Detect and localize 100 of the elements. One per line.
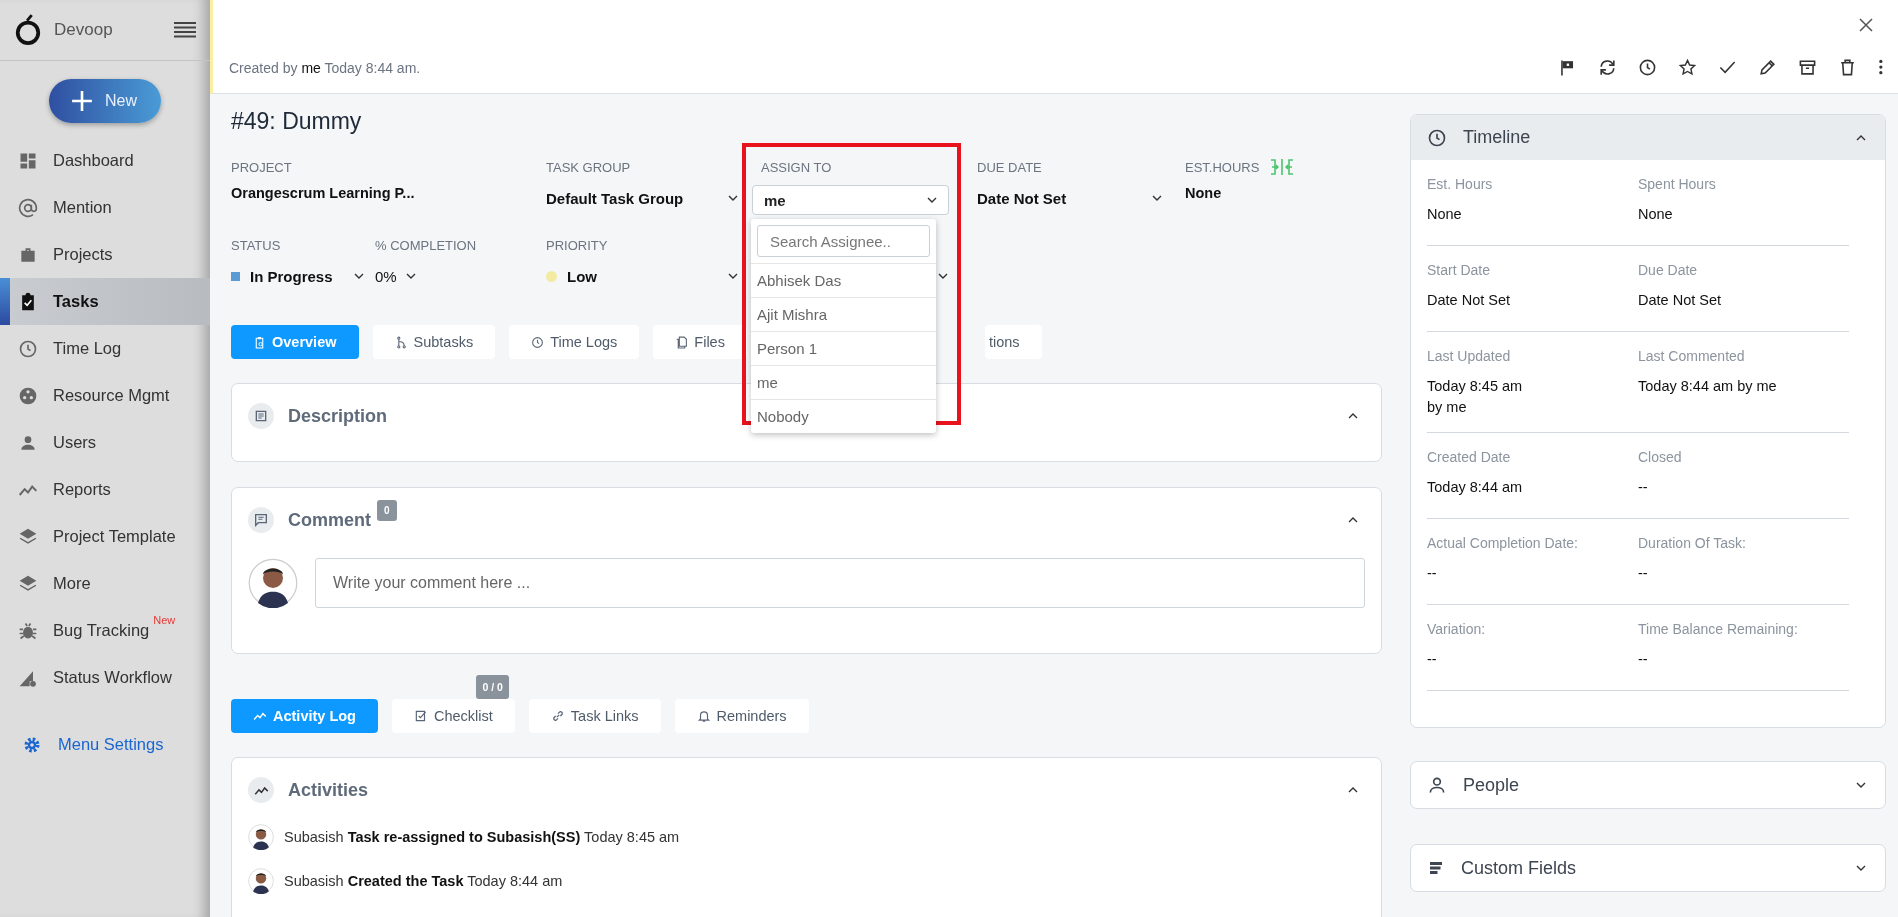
timeline-value: Today 8:44 am by me bbox=[1638, 377, 1778, 396]
nav-item[interactable]: Users bbox=[0, 419, 210, 466]
menu-settings-link[interactable]: Menu Settings bbox=[0, 721, 210, 768]
timeline-value: Date Not Set bbox=[1638, 291, 1722, 310]
card-title: Activities bbox=[288, 779, 369, 801]
bug-icon bbox=[18, 620, 38, 641]
field-value[interactable]: 0% bbox=[375, 267, 397, 285]
nav-label: Time Log bbox=[53, 339, 122, 358]
custom-fields-card[interactable]: Custom Fields bbox=[1410, 844, 1886, 893]
created-by-text: Created by me Today 8:44 am. bbox=[229, 59, 422, 76]
comment-input-field[interactable]: Write your comment here ... bbox=[315, 558, 1365, 608]
timeline-label: Last Commented bbox=[1638, 348, 1746, 364]
new-button[interactable]: New bbox=[49, 79, 161, 123]
tab[interactable]: Subtasks bbox=[372, 325, 496, 359]
field-label: DUE DATE bbox=[977, 159, 1042, 175]
activity-text: Subasish Created the Task Today 8:44 am bbox=[284, 873, 563, 889]
card-title: Description bbox=[288, 405, 388, 427]
nav-item[interactable]: Resource Mgmt bbox=[0, 372, 210, 419]
nav-label: More bbox=[53, 574, 91, 593]
activity-tab[interactable]: Task Links bbox=[528, 699, 661, 733]
assignee-option[interactable]: Ajit Mishra bbox=[751, 297, 936, 331]
more-icon bbox=[1878, 59, 1884, 76]
assignee-option[interactable]: Abhisek Das bbox=[751, 263, 936, 297]
menu-icon[interactable] bbox=[174, 22, 196, 38]
field-label: PRIORITY bbox=[546, 237, 608, 253]
field-value[interactable]: Low bbox=[567, 267, 597, 285]
timeline-value: -- bbox=[1427, 564, 1438, 584]
plus-icon bbox=[71, 90, 93, 112]
clock-icon bbox=[1427, 127, 1447, 148]
timeline-value: -- bbox=[1427, 650, 1438, 670]
chat-icon bbox=[253, 512, 269, 528]
clock-icon bbox=[18, 338, 38, 359]
clipboard-icon bbox=[253, 335, 266, 349]
card-title: Timeline bbox=[1463, 127, 1531, 148]
timeline-value: Date Not Set bbox=[1427, 291, 1511, 310]
field-value: Orangescrum Learning P... bbox=[231, 185, 416, 201]
checklist-count-badge: 0 / 0 bbox=[476, 675, 509, 699]
timeline-label: Created Date bbox=[1427, 449, 1512, 466]
note-icon bbox=[253, 408, 269, 424]
nav-item[interactable]: Dashboard bbox=[0, 137, 210, 184]
field-value[interactable]: In Progress bbox=[250, 267, 333, 285]
timeline-value: Today 8:44 am bbox=[1427, 478, 1524, 498]
activity-tab[interactable]: Reminders bbox=[674, 699, 809, 733]
nav-item[interactable]: Tasks bbox=[0, 278, 210, 325]
card-title: Comment bbox=[288, 509, 371, 531]
nav-label: Reports bbox=[53, 480, 111, 499]
nav-item[interactable]: Mention bbox=[0, 184, 210, 231]
menu-settings-label: Menu Settings bbox=[58, 735, 164, 754]
refresh-icon bbox=[1598, 58, 1618, 77]
tab[interactable]: Files bbox=[653, 325, 747, 359]
at-sign-icon bbox=[18, 197, 38, 218]
checkbox-icon bbox=[414, 709, 428, 723]
nav-label: Mention bbox=[53, 198, 112, 217]
avatar-icon bbox=[248, 868, 274, 894]
nav-label: Tasks bbox=[53, 292, 99, 311]
field-value[interactable]: Date Not Set bbox=[977, 189, 1067, 207]
assignee-option[interactable]: Person 1 bbox=[751, 331, 936, 365]
task-title: #49: Dummy bbox=[231, 108, 363, 135]
clock-icon bbox=[1638, 58, 1658, 77]
timeline-label: Duration Of Task: bbox=[1638, 535, 1747, 552]
tab[interactable]: Time Logs bbox=[509, 325, 640, 359]
people-card[interactable]: People bbox=[1410, 761, 1886, 810]
field-label: PROJECT bbox=[231, 159, 292, 175]
nav-label: Users bbox=[53, 433, 97, 452]
nav-item[interactable]: Status Workflow bbox=[0, 654, 210, 701]
field-value[interactable]: Default Task Group bbox=[546, 189, 684, 207]
field-label: ASSIGN TO bbox=[761, 159, 832, 175]
activity-tab[interactable]: Checklist bbox=[392, 699, 515, 733]
card-title: Custom Fields bbox=[1461, 857, 1577, 879]
timeline-label: Due Date bbox=[1638, 262, 1699, 278]
timeline-label: Variation: bbox=[1427, 621, 1487, 638]
timeline-label: Time Balance Remaining: bbox=[1638, 621, 1799, 638]
activity-text: Subasish Task re-assigned to Subasish(SS) Today 8:45 am bbox=[284, 829, 680, 845]
timeline-label: Closed bbox=[1638, 449, 1683, 466]
nav-label: Dashboard bbox=[53, 151, 134, 170]
assignee-select[interactable]: me bbox=[752, 185, 949, 215]
pencil-icon bbox=[1758, 58, 1778, 77]
timeline-label: Last Updated bbox=[1427, 348, 1512, 364]
nav-item[interactable]: Project Template bbox=[0, 513, 210, 560]
palette-icon bbox=[18, 385, 38, 406]
nav-label: Projects bbox=[53, 245, 113, 264]
timeline-value: None bbox=[1427, 205, 1463, 224]
timeline-label: Actual Completion Date: bbox=[1427, 535, 1579, 552]
assignee-search-field[interactable]: Search Assignee.. bbox=[757, 225, 930, 257]
nav-item[interactable]: Projects bbox=[0, 231, 210, 278]
branch-icon bbox=[394, 335, 408, 349]
nav-item[interactable]: More bbox=[0, 560, 210, 607]
logo-icon bbox=[14, 14, 42, 46]
field-label: EST.HOURS bbox=[1185, 159, 1260, 175]
nav-item[interactable]: Time Log bbox=[0, 325, 210, 372]
close-icon[interactable] bbox=[1859, 18, 1873, 32]
nav-label: Bug Tracking bbox=[53, 621, 150, 640]
avatar-icon bbox=[248, 824, 274, 850]
tab[interactable]: tions bbox=[984, 325, 1042, 359]
timeline-value: -- bbox=[1638, 478, 1649, 498]
nav-item[interactable]: Bug Tracking New bbox=[0, 607, 210, 654]
bell-icon bbox=[696, 709, 711, 723]
timeline-label: Est. Hours bbox=[1427, 176, 1494, 192]
timeline-value: -- bbox=[1638, 650, 1649, 670]
nav-item[interactable]: Reports bbox=[0, 466, 210, 513]
